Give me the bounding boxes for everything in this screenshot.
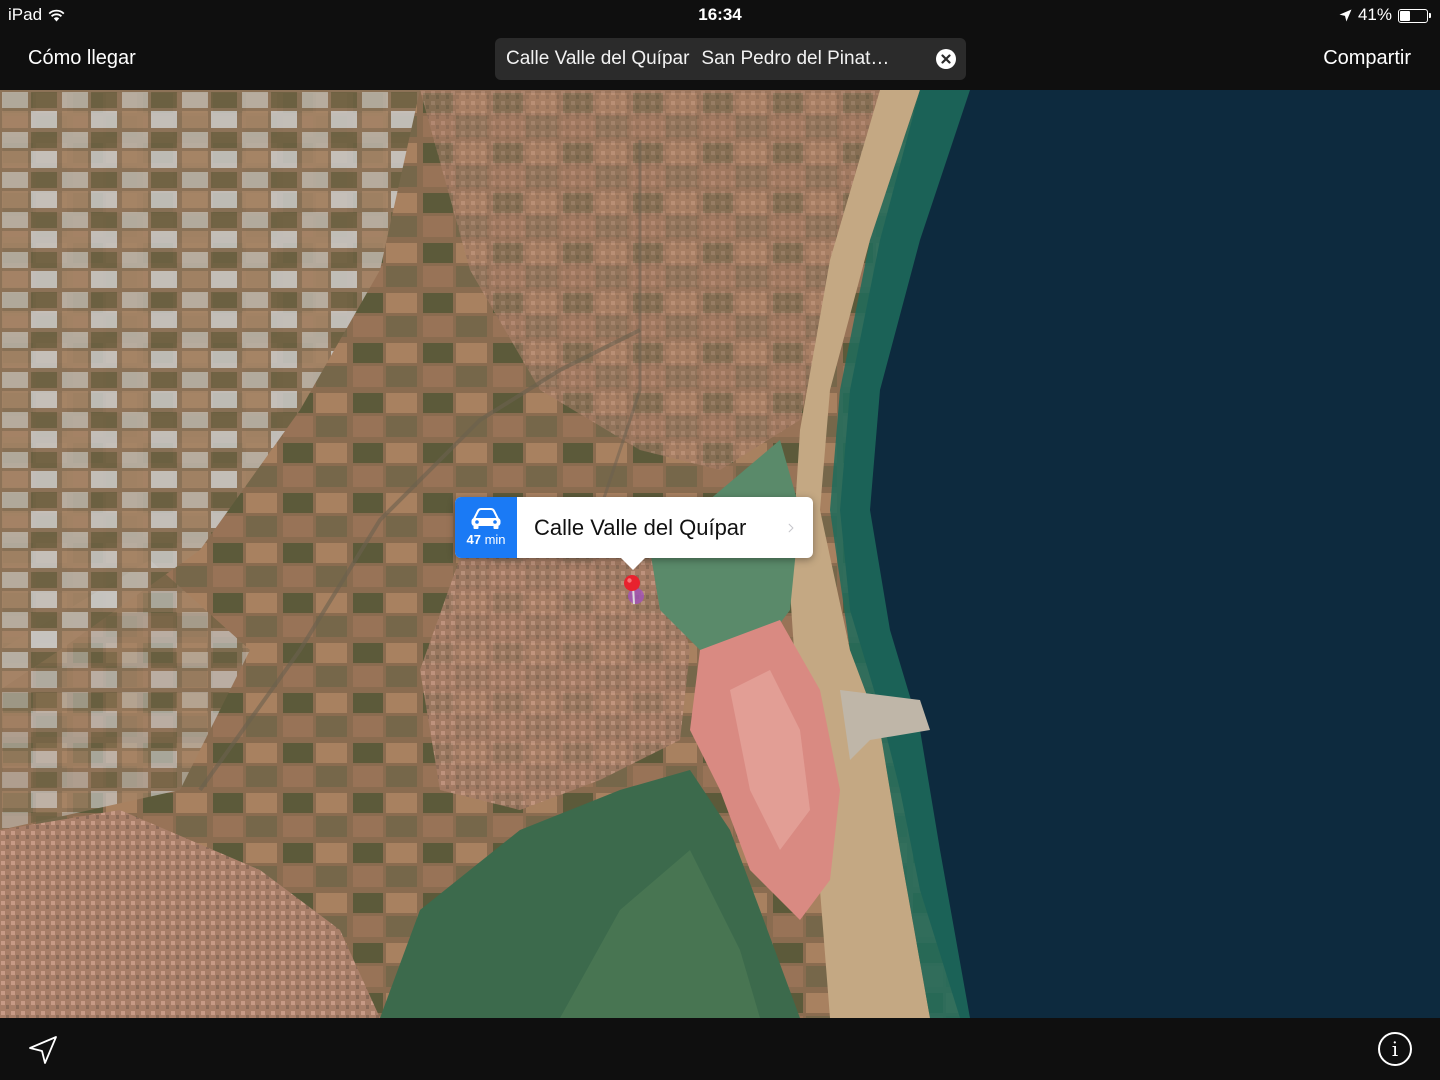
share-button[interactable]: Compartir [1323,47,1411,70]
location-arrow-icon [1339,9,1352,21]
location-callout[interactable]: 47 min Calle Valle del Quípar [455,497,813,570]
status-time: 16:34 [698,5,742,24]
search-field[interactable]: Calle Valle del Quípar San Pedro del Pina… [495,38,966,80]
info-button[interactable]: i [1378,1032,1412,1066]
directions-button[interactable]: Cómo llegar [28,47,136,70]
drive-unit: min [484,532,506,547]
drive-directions-button[interactable]: 47 min [455,497,517,558]
drive-minutes: 47 [466,532,481,547]
chevron-right-icon[interactable] [787,519,813,537]
clear-search-button[interactable] [936,49,956,69]
battery-level [1400,10,1411,21]
nav-bar: Cómo llegar Calle Valle del Quípar San Pe… [0,30,1440,90]
search-text: Calle Valle del Quípar San Pedro del Pina… [506,48,928,70]
car-icon [471,508,501,529]
status-bar: iPad 16:34 41% [0,0,1440,30]
search-primary-text: Calle Valle del Quípar [506,48,690,69]
search-secondary-text: San Pedro del Pinat… [701,48,890,69]
location-button-icon[interactable] [28,1035,58,1065]
battery-icon [1398,8,1431,23]
callout-title: Calle Valle del Quípar [534,514,747,540]
clear-icon [941,54,951,64]
battery-percent: 41% [1357,5,1392,24]
bottom-toolbar: i [0,1018,1440,1080]
drive-time: 47 min [466,532,505,547]
map-pin-icon[interactable] [622,574,646,610]
info-icon: i [1391,1037,1399,1061]
